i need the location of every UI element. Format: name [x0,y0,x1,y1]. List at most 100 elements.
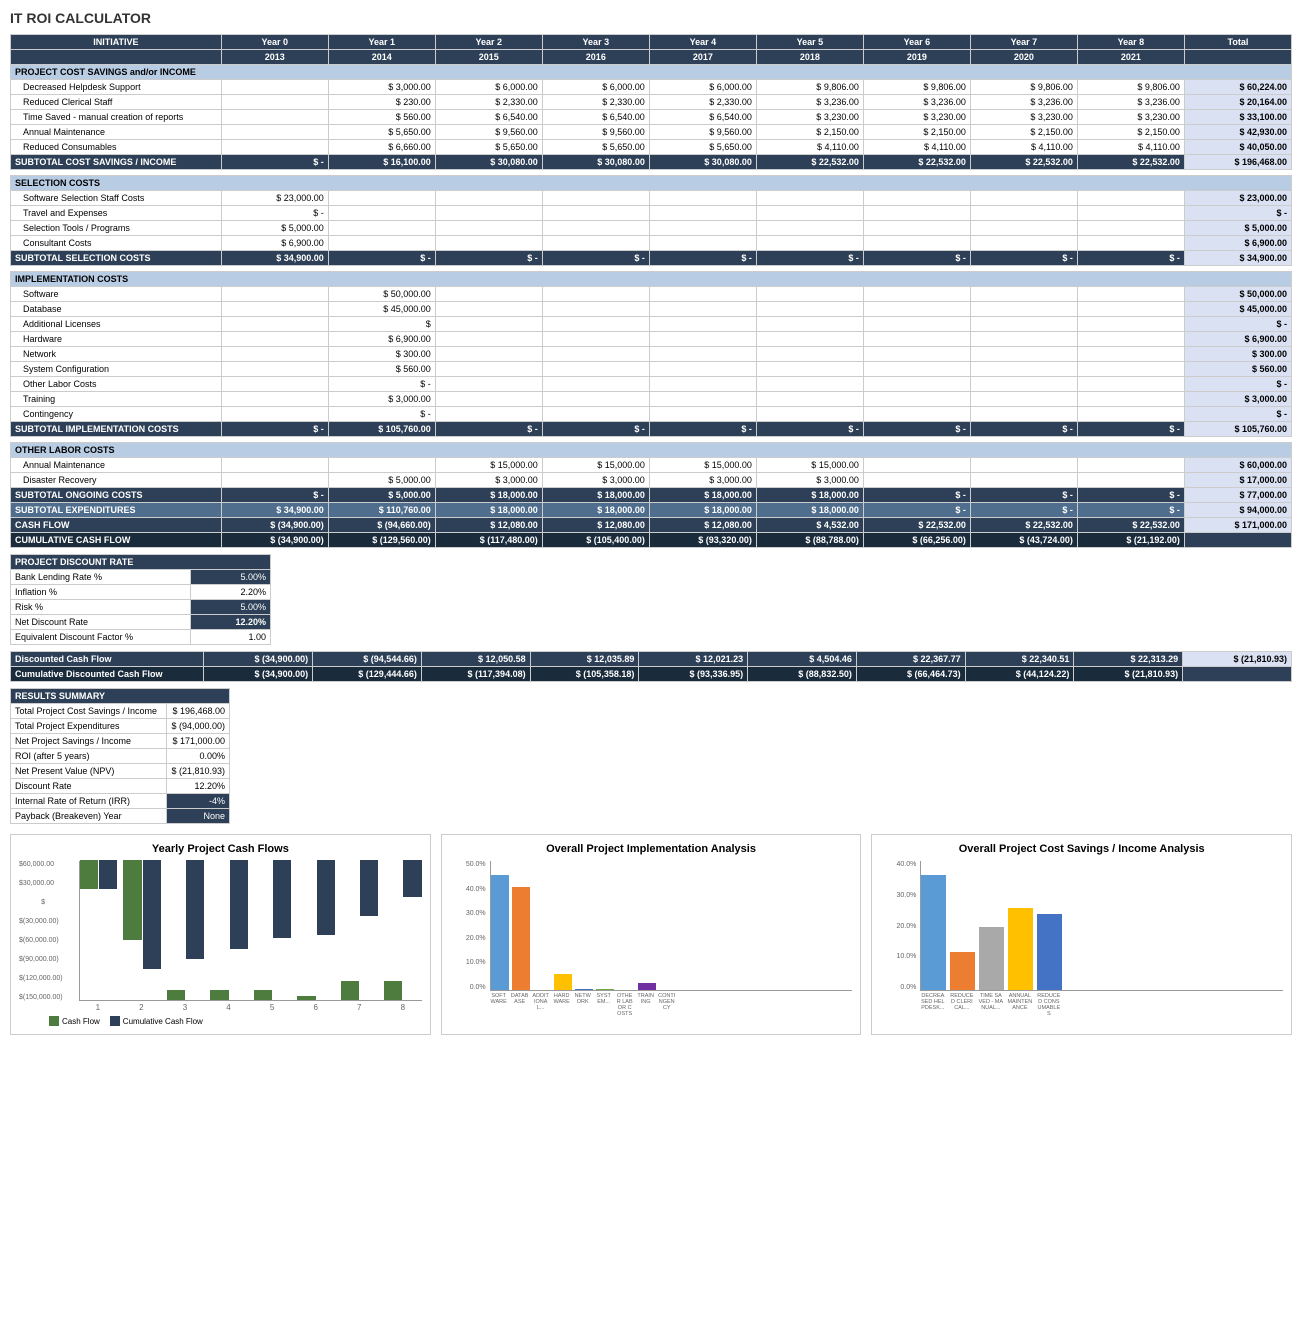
impl-x-label: DATABASE [511,993,529,1017]
year4-num: 2017 [649,50,756,65]
impl-chart-title: Overall Project Implementation Analysis [450,843,853,855]
impl-bar-3 [554,974,572,990]
year6-num: 2019 [863,50,970,65]
cumulative-bar-col [317,860,335,1000]
table-row: Selection Tools / Programs $ 5,000.00 $ … [11,221,1292,236]
table-row: Software Selection Staff Costs $ 23,000.… [11,191,1292,206]
impl-bar-4 [575,989,593,990]
discount-header-row: PROJECT DISCOUNT RATE [11,555,271,570]
table-row: Other Labor Costs $ - $ - [11,377,1292,392]
cashflow-legend: Cash Flow Cumulative Cash Flow [19,1016,422,1026]
bank-rate-row: Bank Lending Rate % 5.00% [11,570,271,585]
savings-subtotal-row: SUBTOTAL COST SAVINGS / INCOME $ - $ 16,… [11,155,1292,170]
cashflow-row: CASH FLOW $ (34,900.00) $ (94,660.00) $ … [11,518,1292,533]
column-header-row: INITIATIVE Year 0 Year 1 Year 2 Year 3 Y… [11,35,1292,50]
year0-header: Year 0 [221,35,328,50]
equiv-factor-row: Equivalent Discount Factor % 1.00 [11,630,271,645]
cashflow-bar-col [384,860,402,1000]
table-row: Decreased Helpdesk Support $ 3,000.00 $ … [11,80,1292,95]
savings-x-labels: DECREASED HELPDESK...REDUCED CLERICAL...… [880,993,1283,1017]
year1-header: Year 1 [328,35,435,50]
bar-group-8 [384,860,421,1000]
x-label: 7 [340,1003,378,1012]
discounted-cashflow-row: Discounted Cash Flow $ (34,900.00) $ (94… [11,652,1292,667]
x-label: 5 [253,1003,291,1012]
cashflow-bar-col [254,860,272,1000]
savings-x-label: ANNUAL MAINTENANCE [1007,993,1032,1017]
cashflow-chart-box: Yearly Project Cash Flows $60,000.00 $30… [10,834,431,1035]
labor-subtotal-row: SUBTOTAL ONGOING COSTS $ - $ 5,000.00 $ … [11,488,1292,503]
impl-x-label: OTHER LABOR COSTS [616,993,634,1017]
npv-row: Net Present Value (NPV) $ (21,810.93) [11,764,230,779]
cumulative-bar-col [273,860,291,1000]
impl-bar-0 [491,875,509,990]
year4-header: Year 4 [649,35,756,50]
savings-section-header: PROJECT COST SAVINGS and/or INCOME [11,65,1292,80]
cashflow-bar-col [297,860,315,1000]
year-number-row: 2013 2014 2015 2016 2017 2018 2019 2020 … [11,50,1292,65]
table-row: Annual Maintenance $ 15,000.00 $ 15,000.… [11,458,1292,473]
bar-group-6 [297,860,334,1000]
impl-bar-5 [596,989,614,990]
impl-section-header: IMPLEMENTATION COSTS [11,272,1292,287]
year5-num: 2018 [756,50,863,65]
cumulative-bar-col [360,860,378,1000]
impl-bar-1 [512,887,530,991]
savings-bar-3 [1008,908,1033,990]
page-title: IT ROI CALCULATOR [10,10,1292,26]
cumulative-bar-col [99,860,117,1000]
cashflow-chart-title: Yearly Project Cash Flows [19,843,422,855]
savings-bar-1 [950,952,975,991]
x-label: 1 [79,1003,117,1012]
results-header-row: RESULTS SUMMARY [11,689,230,704]
impl-x-label: HARDWARE [553,993,571,1017]
discounted-cashflow-table: Discounted Cash Flow $ (34,900.00) $ (94… [10,651,1292,682]
total-header: Total [1184,35,1291,50]
impl-subtotal-row: SUBTOTAL IMPLEMENTATION COSTS $ - $ 105,… [11,422,1292,437]
cashflow-bar-col [341,860,359,1000]
discount-table: PROJECT DISCOUNT RATE Bank Lending Rate … [10,554,271,645]
cashflow-bar-col [123,860,141,1000]
savings-chart-title: Overall Project Cost Savings / Income An… [880,843,1283,855]
table-row: Software $ 50,000.00 $ 50,000.00 [11,287,1292,302]
savings-x-label: DECREASED HELPDESK... [920,993,945,1017]
bar-group-3 [167,860,204,1000]
cashflow-bar-col [80,860,98,1000]
savings-chart-bars [920,861,1283,991]
bar-group-4 [210,860,247,1000]
selection-subtotal-row: SUBTOTAL SELECTION COSTS $ 34,900.00 $ -… [11,251,1292,266]
cashflow-legend-color [49,1016,59,1026]
discount-rate-row: Discount Rate 12.20% [11,779,230,794]
cumulative-bar-col [143,860,161,1000]
charts-container: Yearly Project Cash Flows $60,000.00 $30… [10,834,1292,1035]
cumulative-cashflow-row: CUMULATIVE CASH FLOW $ (34,900.00) $ (12… [11,533,1292,548]
table-row: Network $ 300.00 $ 300.00 [11,347,1292,362]
risk-row: Risk % 5.00% [11,600,271,615]
table-row: Travel and Expenses $ - $ - [11,206,1292,221]
net-discount-row: Net Discount Rate 12.20% [11,615,271,630]
table-row: Contingency $ - $ - [11,407,1292,422]
year3-header: Year 3 [542,35,649,50]
savings-x-label: REDUCED CLERICAL... [949,993,974,1017]
y-axis-labels: $60,000.00 $30,000.00 $ $(30,000.00) $(6… [19,861,47,1001]
year7-num: 2020 [970,50,1077,65]
payback-row: Payback (Breakeven) Year None [11,809,230,824]
x-label: 4 [210,1003,248,1012]
savings-x-label: REDUCED CONSUMABLES [1036,993,1061,1017]
year0-num: 2013 [221,50,328,65]
impl-x-label: CONTINGENCY [658,993,676,1017]
table-row: Database $ 45,000.00 $ 45,000.00 [11,302,1292,317]
savings-bar-2 [979,927,1004,990]
net-savings-row: Net Project Savings / Income $ 171,000.0… [11,734,230,749]
impl-x-label: SOFTWARE [490,993,508,1017]
results-table: RESULTS SUMMARY Total Project Cost Savin… [10,688,230,824]
impl-x-label: ADDITIONAL... [532,993,550,1017]
main-table: INITIATIVE Year 0 Year 1 Year 2 Year 3 Y… [10,34,1292,548]
year2-num: 2015 [435,50,542,65]
table-row: Reduced Consumables $ 6,660.00 $ 5,650.0… [11,140,1292,155]
savings-x-label: TIME SAVED - MANUAL... [978,993,1003,1017]
year6-header: Year 6 [863,35,970,50]
table-row: Additional Licenses $ $ - [11,317,1292,332]
x-label: 8 [384,1003,422,1012]
roi-row: ROI (after 5 years) 0.00% [11,749,230,764]
